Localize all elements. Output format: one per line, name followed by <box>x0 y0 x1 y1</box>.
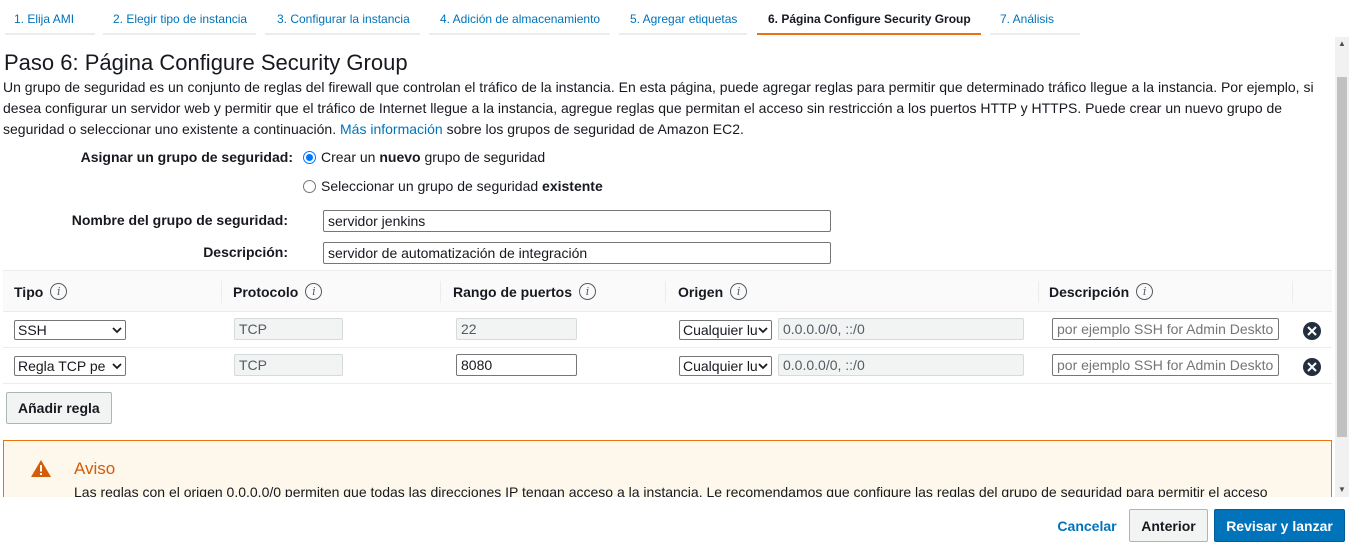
add-rule-button[interactable]: Añadir regla <box>6 392 112 424</box>
wizard-steps: 1. Elija AMI 2. Elegir tipo de instancia… <box>0 0 1351 37</box>
rule-protocol-input <box>234 354 343 376</box>
rule-type-select[interactable]: Regla TCP pe <box>14 356 126 376</box>
step-review[interactable]: 7. Análisis <box>990 8 1080 35</box>
rules-table-header: Tipo i Protocolo i Rango de puertos i Orige… <box>3 270 1332 312</box>
col-divider <box>665 281 666 303</box>
rule-source-value: Cualquier lu <box>683 322 758 338</box>
col-protocol: Protocolo i <box>233 283 323 300</box>
intro-suffix: sobre los grupos de seguridad de Amazon … <box>446 121 744 137</box>
radio-select-existing-prefix: Seleccionar un grupo de seguridad <box>321 178 543 194</box>
col-description-label: Descripción <box>1049 283 1130 300</box>
rule-protocol-input <box>234 318 343 340</box>
rule-cidr-input <box>778 354 1024 376</box>
row-divider <box>3 347 1332 348</box>
group-description-label: Descripción: <box>203 244 288 260</box>
scrollbar-thumb[interactable] <box>1337 77 1347 437</box>
radio-create-new-prefix: Crear un <box>321 149 380 165</box>
col-port-range: Rango de puertos i <box>453 283 597 300</box>
step-security-group[interactable]: 6. Página Configure Security Group <box>757 8 981 35</box>
chevron-down-icon <box>112 327 122 334</box>
previous-button[interactable]: Anterior <box>1129 509 1208 542</box>
step-instance-type[interactable]: 2. Elegir tipo de instancia <box>103 8 256 35</box>
chevron-down-icon <box>758 327 768 334</box>
scroll-up-icon[interactable]: ▲ <box>1335 37 1349 51</box>
radio-create-new-suffix: grupo de seguridad <box>420 149 546 165</box>
col-port-range-label: Rango de puertos <box>453 283 573 300</box>
page-title: Paso 6: Página Configure Security Group <box>4 50 408 75</box>
group-name-input[interactable] <box>323 210 831 232</box>
warning-icon <box>31 460 51 477</box>
info-icon[interactable]: i <box>50 283 68 300</box>
step-add-storage[interactable]: 4. Adición de almacenamiento <box>429 8 610 35</box>
cancel-button[interactable]: Cancelar <box>1050 509 1124 542</box>
remove-rule-button[interactable] <box>1303 358 1321 376</box>
review-and-launch-button[interactable]: Revisar y lanzar <box>1214 509 1345 542</box>
step-add-tags[interactable]: 5. Agregar etiquetas <box>619 8 747 35</box>
row-divider <box>3 383 1332 384</box>
info-icon[interactable]: i <box>305 283 323 300</box>
step-configure-instance[interactable]: 3. Configurar la instancia <box>265 8 420 35</box>
close-icon <box>1307 326 1317 336</box>
rule-source-select[interactable]: Cualquier lu <box>679 356 772 376</box>
col-description: Descripción i <box>1049 283 1154 300</box>
col-divider <box>221 281 222 303</box>
info-icon[interactable]: i <box>579 283 597 300</box>
main-content: Paso 6: Página Configure Security Group … <box>0 37 1351 497</box>
group-description-input[interactable] <box>323 242 831 264</box>
rule-port-input[interactable] <box>456 354 577 376</box>
radio-create-new[interactable]: Crear un nuevo grupo de seguridad <box>303 149 545 165</box>
group-name-label: Nombre del grupo de seguridad: <box>71 212 288 228</box>
warning-text: Las reglas con el origen 0.0.0.0/0 permi… <box>74 484 1268 497</box>
info-icon[interactable]: i <box>730 283 748 300</box>
warning-title: Aviso <box>74 459 116 478</box>
col-divider <box>1038 281 1039 303</box>
rule-type-select[interactable]: SSH <box>14 320 126 340</box>
info-icon[interactable]: i <box>1136 283 1154 300</box>
col-divider <box>1292 281 1293 303</box>
radio-create-new-bold: nuevo <box>379 149 421 165</box>
radio-select-existing[interactable]: Seleccionar un grupo de seguridad existe… <box>303 178 603 194</box>
radio-create-new-control[interactable] <box>303 150 316 164</box>
rule-description-input[interactable] <box>1052 318 1279 340</box>
step-choose-ami[interactable]: 1. Elija AMI <box>5 8 95 35</box>
rule-cidr-input <box>778 318 1024 340</box>
col-type: Tipo i <box>14 283 68 300</box>
rule-type-value: Regla TCP pe <box>18 358 106 374</box>
chevron-down-icon <box>112 363 122 370</box>
rule-source-value: Cualquier lu <box>683 358 758 374</box>
col-source-label: Origen <box>678 283 724 300</box>
radio-select-existing-control[interactable] <box>303 179 316 193</box>
radio-select-existing-bold: existente <box>542 178 603 194</box>
col-source: Origen i <box>678 283 748 300</box>
rule-port-input <box>456 318 577 340</box>
rule-description-input[interactable] <box>1052 354 1279 376</box>
col-protocol-label: Protocolo <box>233 283 299 300</box>
more-info-link[interactable]: Más información <box>340 121 443 137</box>
warning-alert: Aviso Las reglas con el origen 0.0.0.0/0… <box>3 440 1332 497</box>
intro-paragraph: Un grupo de seguridad es un conjunto de … <box>3 77 1323 140</box>
rule-source-select[interactable]: Cualquier lu <box>679 320 772 340</box>
close-icon <box>1307 362 1317 372</box>
col-type-label: Tipo <box>14 283 44 300</box>
col-divider <box>440 281 441 303</box>
assign-group-label: Asignar un grupo de seguridad: <box>80 149 293 165</box>
chevron-down-icon <box>758 363 768 370</box>
vertical-scrollbar[interactable]: ▲ ▼ <box>1335 37 1349 497</box>
rule-type-value: SSH <box>18 322 47 338</box>
scroll-down-icon[interactable]: ▼ <box>1335 483 1349 497</box>
remove-rule-button[interactable] <box>1303 322 1321 340</box>
